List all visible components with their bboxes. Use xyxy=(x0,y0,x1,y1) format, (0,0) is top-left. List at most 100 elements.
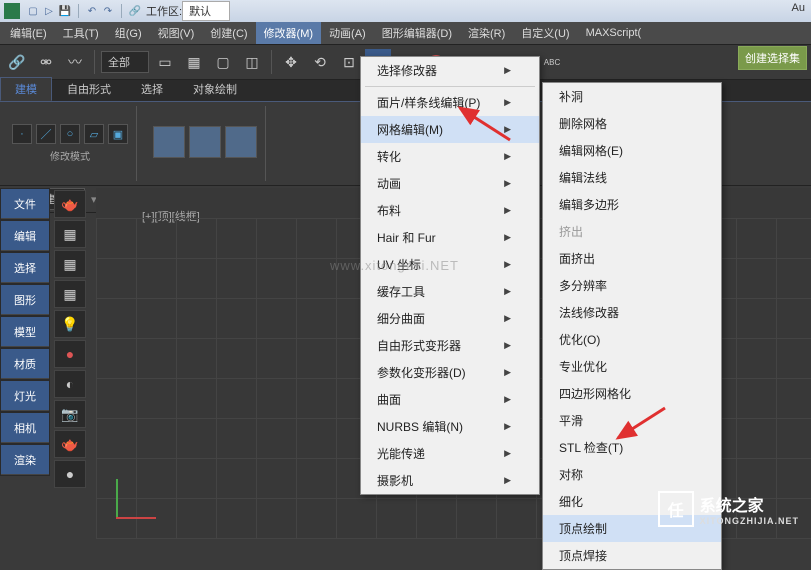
menu-separator xyxy=(365,86,535,87)
menu-item-cameras[interactable]: 摄影机▶ xyxy=(361,467,539,494)
menu-maxscript[interactable]: MAXScript( xyxy=(578,24,650,42)
side-tab-model[interactable]: 模型 xyxy=(1,317,49,347)
menu-item-freeform-deformers[interactable]: 自由形式变形器▶ xyxy=(361,332,539,359)
chevron-right-icon: ▶ xyxy=(504,313,511,324)
submenu-optimize[interactable]: 优化(O) xyxy=(543,326,721,353)
app-icon[interactable] xyxy=(4,3,20,19)
menu-animation[interactable]: 动画(A) xyxy=(321,22,374,44)
select-move-icon[interactable]: ✥ xyxy=(278,49,304,75)
menu-item-subdivision[interactable]: 细分曲面▶ xyxy=(361,305,539,332)
select-region-icon[interactable]: ▢ xyxy=(210,49,236,75)
workspace-selector[interactable]: 默认 xyxy=(182,1,230,21)
menu-item-radiosity[interactable]: 光能传递▶ xyxy=(361,440,539,467)
menu-item-select-modifiers[interactable]: 选择修改器▶ xyxy=(361,57,539,84)
save-icon[interactable]: 💾 xyxy=(58,4,72,18)
render-icon[interactable]: 🫖 xyxy=(54,430,86,458)
menu-item-mesh-editing[interactable]: 网格编辑(M)▶ xyxy=(361,116,539,143)
submenu-face-extrude[interactable]: 面挤出 xyxy=(543,245,721,272)
side-tab-camera[interactable]: 相机 xyxy=(1,413,49,443)
menu-graph-editors[interactable]: 图形编辑器(D) xyxy=(374,22,460,44)
submenu-symmetry[interactable]: 对称 xyxy=(543,461,721,488)
link-icon[interactable]: 🔗 xyxy=(128,4,142,18)
submenu-quadify[interactable]: 四边形网格化 xyxy=(543,380,721,407)
selection-filter[interactable]: 全部 xyxy=(101,51,149,73)
menu-render[interactable]: 渲染(R) xyxy=(460,22,513,44)
sphere-icon[interactable]: ● xyxy=(54,340,86,368)
menu-modifiers[interactable]: 修改器(M) xyxy=(256,22,322,44)
submenu-stl-check[interactable]: STL 检查(T) xyxy=(543,434,721,461)
select-scale-icon[interactable]: ⊡ xyxy=(336,49,362,75)
link-icon[interactable]: 🔗 xyxy=(4,49,30,75)
menu-item-cloth[interactable]: 布料▶ xyxy=(361,197,539,224)
open-icon[interactable]: ▷ xyxy=(42,4,56,18)
submenu-edit-poly[interactable]: 编辑多边形 xyxy=(543,191,721,218)
side-tab-light[interactable]: 灯光 xyxy=(1,381,49,411)
menu-item-patch-spline[interactable]: 面片/样条线编辑(P)▶ xyxy=(361,89,539,116)
misc-icon[interactable]: ● xyxy=(54,460,86,488)
menu-view[interactable]: 视图(V) xyxy=(150,22,203,44)
new-icon[interactable]: ▢ xyxy=(26,4,40,18)
camera-icon[interactable]: 📷 xyxy=(54,400,86,428)
ribbon-tab-modeling[interactable]: 建模 xyxy=(0,77,52,101)
submenu-normal-modifier[interactable]: 法线修改器 xyxy=(543,299,721,326)
ribbon-tab-object-paint[interactable]: 对象绘制 xyxy=(178,77,252,101)
submenu-delete-mesh[interactable]: 删除网格 xyxy=(543,110,721,137)
menu-tools[interactable]: 工具(T) xyxy=(55,22,107,44)
menu-item-animation[interactable]: 动画▶ xyxy=(361,170,539,197)
menu-create[interactable]: 创建(C) xyxy=(202,22,255,44)
menu-item-conversion[interactable]: 转化▶ xyxy=(361,143,539,170)
element-icon[interactable]: ▣ xyxy=(108,124,128,144)
undo-icon[interactable]: ↶ xyxy=(85,4,99,18)
chevron-right-icon: ▶ xyxy=(504,232,511,243)
grid2-icon[interactable]: ▦ xyxy=(54,250,86,278)
material-icon[interactable]: ◐ xyxy=(54,370,86,398)
select-rotate-icon[interactable]: ⟲ xyxy=(307,49,333,75)
ribbon-tab-selection[interactable]: 选择 xyxy=(126,77,178,101)
side-tab-material[interactable]: 材质 xyxy=(1,349,49,379)
menu-group[interactable]: 组(G) xyxy=(107,22,150,44)
bind-icon[interactable]: 〰 xyxy=(62,49,88,75)
border-icon[interactable]: ○ xyxy=(60,124,80,144)
create-selection-set-button[interactable]: 创建选择集 xyxy=(738,46,807,70)
submenu-smooth[interactable]: 平滑 xyxy=(543,407,721,434)
chevron-right-icon: ▶ xyxy=(504,178,511,189)
unlink-icon[interactable]: ⚮ xyxy=(33,49,59,75)
menu-item-cache-tools[interactable]: 缓存工具▶ xyxy=(361,278,539,305)
light-icon[interactable]: 💡 xyxy=(54,310,86,338)
ribbon-tab-freeform[interactable]: 自由形式 xyxy=(52,77,126,101)
grid-icon[interactable]: ▦ xyxy=(54,220,86,248)
preview-icon-1[interactable] xyxy=(153,126,185,158)
preview-icon-3[interactable] xyxy=(225,126,257,158)
chevron-right-icon: ▶ xyxy=(504,367,511,378)
submenu-edit-mesh[interactable]: 编辑网格(E) xyxy=(543,137,721,164)
select-name-icon[interactable]: ▦ xyxy=(181,49,207,75)
submenu-vertex-weld[interactable]: 顶点焊接 xyxy=(543,542,721,569)
teapot-icon[interactable]: 🫖 xyxy=(54,190,86,218)
edge-icon[interactable]: ／ xyxy=(36,124,56,144)
submenu-multires[interactable]: 多分辨率 xyxy=(543,272,721,299)
side-tab-shape[interactable]: 图形 xyxy=(1,285,49,315)
poly-icon[interactable]: ▱ xyxy=(84,124,104,144)
submenu-pro-optimize[interactable]: 专业优化 xyxy=(543,353,721,380)
preview-icon-2[interactable] xyxy=(189,126,221,158)
vertex-icon[interactable]: · xyxy=(12,124,32,144)
submenu-edit-normals[interactable]: 编辑法线 xyxy=(543,164,721,191)
menu-customize[interactable]: 自定义(U) xyxy=(513,22,577,44)
side-tab-edit[interactable]: 编辑 xyxy=(1,221,49,251)
abc-icon[interactable]: ABC xyxy=(539,49,565,75)
menu-item-parametric-deformers[interactable]: 参数化变形器(D)▶ xyxy=(361,359,539,386)
redo-icon[interactable]: ↷ xyxy=(101,4,115,18)
side-tab-render[interactable]: 渲染 xyxy=(1,445,49,475)
submenu-cap-holes[interactable]: 补洞 xyxy=(543,83,721,110)
window-crossing-icon[interactable]: ◫ xyxy=(239,49,265,75)
menu-item-surface[interactable]: 曲面▶ xyxy=(361,386,539,413)
menu-item-nurbs-editing[interactable]: NURBS 编辑(N)▶ xyxy=(361,413,539,440)
side-command-panel: 文件 编辑 选择 图形 模型 材质 灯光 相机 渲染 xyxy=(0,188,50,476)
select-icon[interactable]: ▭ xyxy=(152,49,178,75)
menu-item-hair-fur[interactable]: Hair 和 Fur▶ xyxy=(361,224,539,251)
side-tab-file[interactable]: 文件 xyxy=(1,189,49,219)
side-tab-select[interactable]: 选择 xyxy=(1,253,49,283)
grid3-icon[interactable]: ▦ xyxy=(54,280,86,308)
chevron-right-icon: ▶ xyxy=(504,394,511,405)
menu-edit[interactable]: 编辑(E) xyxy=(2,22,55,44)
